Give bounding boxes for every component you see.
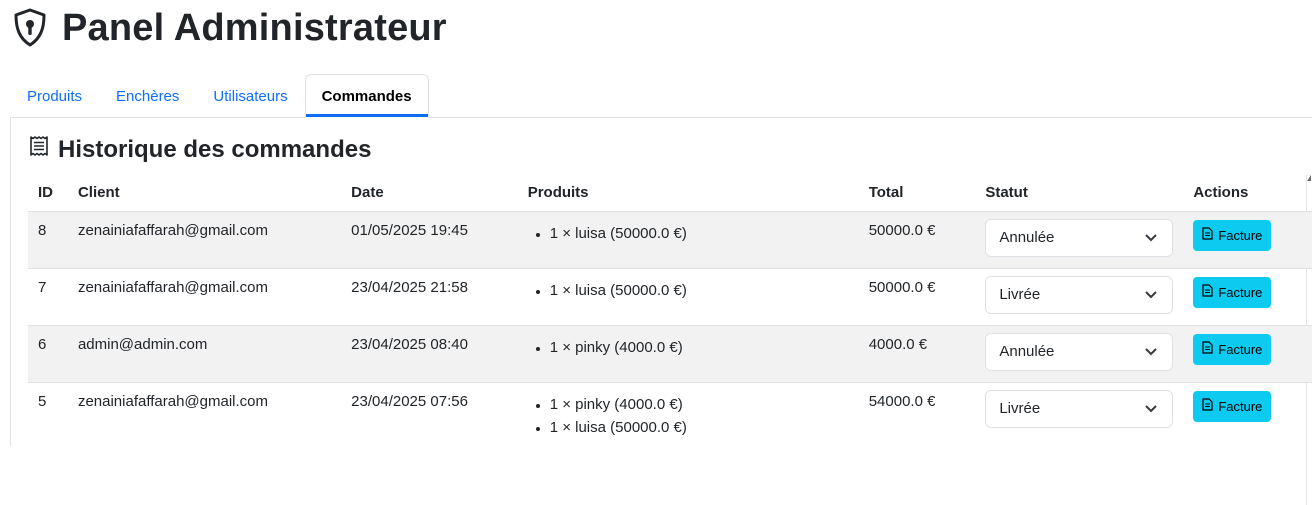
tab-utilisateurs[interactable]: Utilisateurs [196,74,304,118]
status-select-value: Livrée [999,400,1040,417]
table-row: 5 zenainiafaffarah@gmail.com 23/04/2025 … [28,382,1312,444]
product-item: 1 × luisa (50000.0 €) [550,416,849,439]
section-title: Historique des commandes [28,135,371,164]
header-date: Date [341,175,518,211]
header-id: ID [28,175,68,211]
cell-total: 4000.0 € [859,325,976,382]
file-text-icon [1202,398,1213,414]
status-select-value: Annulée [999,229,1054,246]
cell-id: 5 [28,382,68,444]
cell-statut: Livrée [975,382,1183,444]
cell-statut: Livrée [975,268,1183,325]
product-item: 1 × luisa (50000.0 €) [550,279,849,302]
orders-panel: Historique des commandes ID Client Date … [10,117,1312,446]
tab-bar: Produits Enchères Utilisateurs Commandes [10,74,1312,118]
cell-statut: Annulée [975,325,1183,382]
cell-id: 7 [28,268,68,325]
header-produits: Produits [518,175,859,211]
cell-actions: Facture [1183,211,1312,268]
header-client: Client [68,175,341,211]
receipt-icon [28,135,50,164]
status-select[interactable]: Annulée [985,219,1173,257]
tab-produits[interactable]: Produits [10,74,99,118]
cell-total: 50000.0 € [859,268,976,325]
cell-client: zenainiafaffarah@gmail.com [68,382,341,444]
cell-actions: Facture [1183,382,1312,444]
cell-statut: Annulée [975,211,1183,268]
page-title: Panel Administrateur [62,7,447,50]
cell-date: 23/04/2025 07:56 [341,382,518,444]
cell-produits: 1 × pinky (4000.0 €) [518,325,859,382]
cell-total: 54000.0 € [859,382,976,444]
tab-commandes[interactable]: Commandes [305,74,429,118]
section-title-text: Historique des commandes [58,136,371,164]
product-item: 1 × luisa (50000.0 €) [550,222,849,245]
chevron-down-icon [1144,286,1158,303]
tab-encheres[interactable]: Enchères [99,74,196,118]
facture-button[interactable]: Facture [1193,277,1271,308]
cell-id: 8 [28,211,68,268]
cell-date: 23/04/2025 08:40 [341,325,518,382]
facture-button-label: Facture [1218,342,1262,357]
cell-produits: 1 × luisa (50000.0 €) [518,211,859,268]
status-select[interactable]: Annulée [985,333,1173,371]
cell-actions: Facture [1183,325,1312,382]
status-select-value: Annulée [999,343,1054,360]
file-text-icon [1202,341,1213,357]
cell-client: zenainiafaffarah@gmail.com [68,211,341,268]
cell-produits: 1 × luisa (50000.0 €) [518,268,859,325]
orders-table: ID Client Date Produits Total Statut Act… [28,175,1312,444]
cell-id: 6 [28,325,68,382]
status-select-value: Livrée [999,286,1040,303]
cell-date: 23/04/2025 21:58 [341,268,518,325]
cell-client: zenainiafaffarah@gmail.com [68,268,341,325]
shield-lock-icon [12,8,48,48]
file-text-icon [1202,227,1213,243]
status-select[interactable]: Livrée [985,276,1173,314]
cell-actions: Facture [1183,268,1312,325]
facture-button[interactable]: Facture [1193,220,1271,251]
status-select[interactable]: Livrée [985,390,1173,428]
product-item: 1 × pinky (4000.0 €) [550,336,849,359]
header-actions: Actions [1183,175,1312,211]
header-statut: Statut [975,175,1183,211]
cell-client: admin@admin.com [68,325,341,382]
table-row: 6 admin@admin.com 23/04/2025 08:40 1 × p… [28,325,1312,382]
facture-button-label: Facture [1218,285,1262,300]
chevron-down-icon [1144,229,1158,246]
facture-button[interactable]: Facture [1193,391,1271,422]
file-text-icon [1202,284,1213,300]
product-item: 1 × pinky (4000.0 €) [550,393,849,416]
chevron-down-icon [1144,343,1158,360]
cell-produits: 1 × pinky (4000.0 €) 1 × luisa (50000.0 … [518,382,859,444]
header-total: Total [859,175,976,211]
table-header-row: ID Client Date Produits Total Statut Act… [28,175,1312,211]
chevron-down-icon [1144,400,1158,417]
facture-button-label: Facture [1218,228,1262,243]
facture-button[interactable]: Facture [1193,334,1271,365]
table-row: 8 zenainiafaffarah@gmail.com 01/05/2025 … [28,211,1312,268]
header: Panel Administrateur [12,6,447,50]
cell-date: 01/05/2025 19:45 [341,211,518,268]
facture-button-label: Facture [1218,399,1262,414]
cell-total: 50000.0 € [859,211,976,268]
table-row: 7 zenainiafaffarah@gmail.com 23/04/2025 … [28,268,1312,325]
